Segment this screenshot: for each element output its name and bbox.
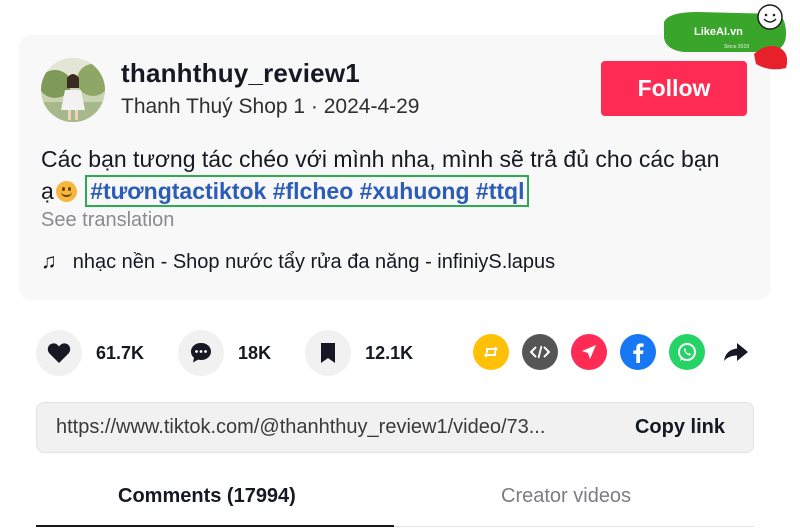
share-buttons xyxy=(473,334,754,370)
video-link-bar: https://www.tiktok.com/@thanhthuy_review… xyxy=(36,402,754,453)
likeai-watermark-logo: LikeAI.vn Since 2019 xyxy=(658,2,800,76)
author-subline: Thanh Thuý Shop 1 · 2024-4-29 xyxy=(121,95,420,118)
username[interactable]: thanhthuy_review1 xyxy=(121,58,360,89)
music-note-icon: ♫ xyxy=(41,250,57,273)
tab-comments[interactable]: Comments (17994) xyxy=(118,485,296,508)
avatar-image xyxy=(41,58,105,122)
save-count: 12.1K xyxy=(365,342,414,363)
watermark-brand: LikeAI.vn xyxy=(694,26,743,38)
engagement-stats: 61.7K 18K 12.1K xyxy=(36,330,447,376)
comment-bubble-icon[interactable] xyxy=(178,330,225,376)
smiling-face-emoji-icon xyxy=(55,181,77,202)
avatar[interactable] xyxy=(41,58,105,122)
heart-icon[interactable] xyxy=(36,330,82,376)
repost-icon[interactable] xyxy=(473,334,509,370)
music-title: nhạc nền - Shop nước tẩy rửa đa năng - i… xyxy=(72,250,556,273)
whatsapp-icon[interactable] xyxy=(669,334,705,370)
facebook-icon[interactable] xyxy=(620,334,656,370)
save-stat[interactable]: 12.1K xyxy=(305,330,413,376)
tab-active-indicator xyxy=(36,525,394,527)
watermark-tagline: Since 2019 xyxy=(724,44,750,50)
tab-creator-videos[interactable]: Creator videos xyxy=(501,485,631,508)
send-icon[interactable] xyxy=(571,334,607,370)
bookmark-icon[interactable] xyxy=(305,330,352,376)
hashtag-link[interactable]: #tươngtactiktok xyxy=(90,178,266,204)
hashtag-link[interactable]: #xuhuong xyxy=(360,178,470,204)
tab-bar: Comments (17994) Creator videos xyxy=(36,478,754,531)
video-link-url[interactable]: https://www.tiktok.com/@thanhthuy_review… xyxy=(56,416,545,439)
comment-stat[interactable]: 18K xyxy=(178,330,271,376)
embed-icon[interactable] xyxy=(522,334,558,370)
music-row[interactable]: ♫ nhạc nền - Shop nước tẩy rửa đa năng -… xyxy=(41,250,555,274)
hashtag-link[interactable]: #ttql xyxy=(476,178,525,204)
share-arrow-icon[interactable] xyxy=(718,334,754,370)
watermark-graphic xyxy=(664,4,788,70)
hashtag-link[interactable]: #flcheo xyxy=(273,178,354,204)
hashtag-highlight-box: #tươngtactiktok #flcheo #xuhuong #ttql xyxy=(85,175,530,207)
like-stat[interactable]: 61.7K xyxy=(36,330,144,376)
see-translation-link[interactable]: See translation xyxy=(41,209,174,232)
comment-count: 18K xyxy=(238,342,272,363)
caption: Các bạn tương tác chéo với mình nha, mìn… xyxy=(41,143,731,207)
copy-link-button[interactable]: Copy link xyxy=(635,416,725,439)
like-count: 61.7K xyxy=(96,342,145,363)
